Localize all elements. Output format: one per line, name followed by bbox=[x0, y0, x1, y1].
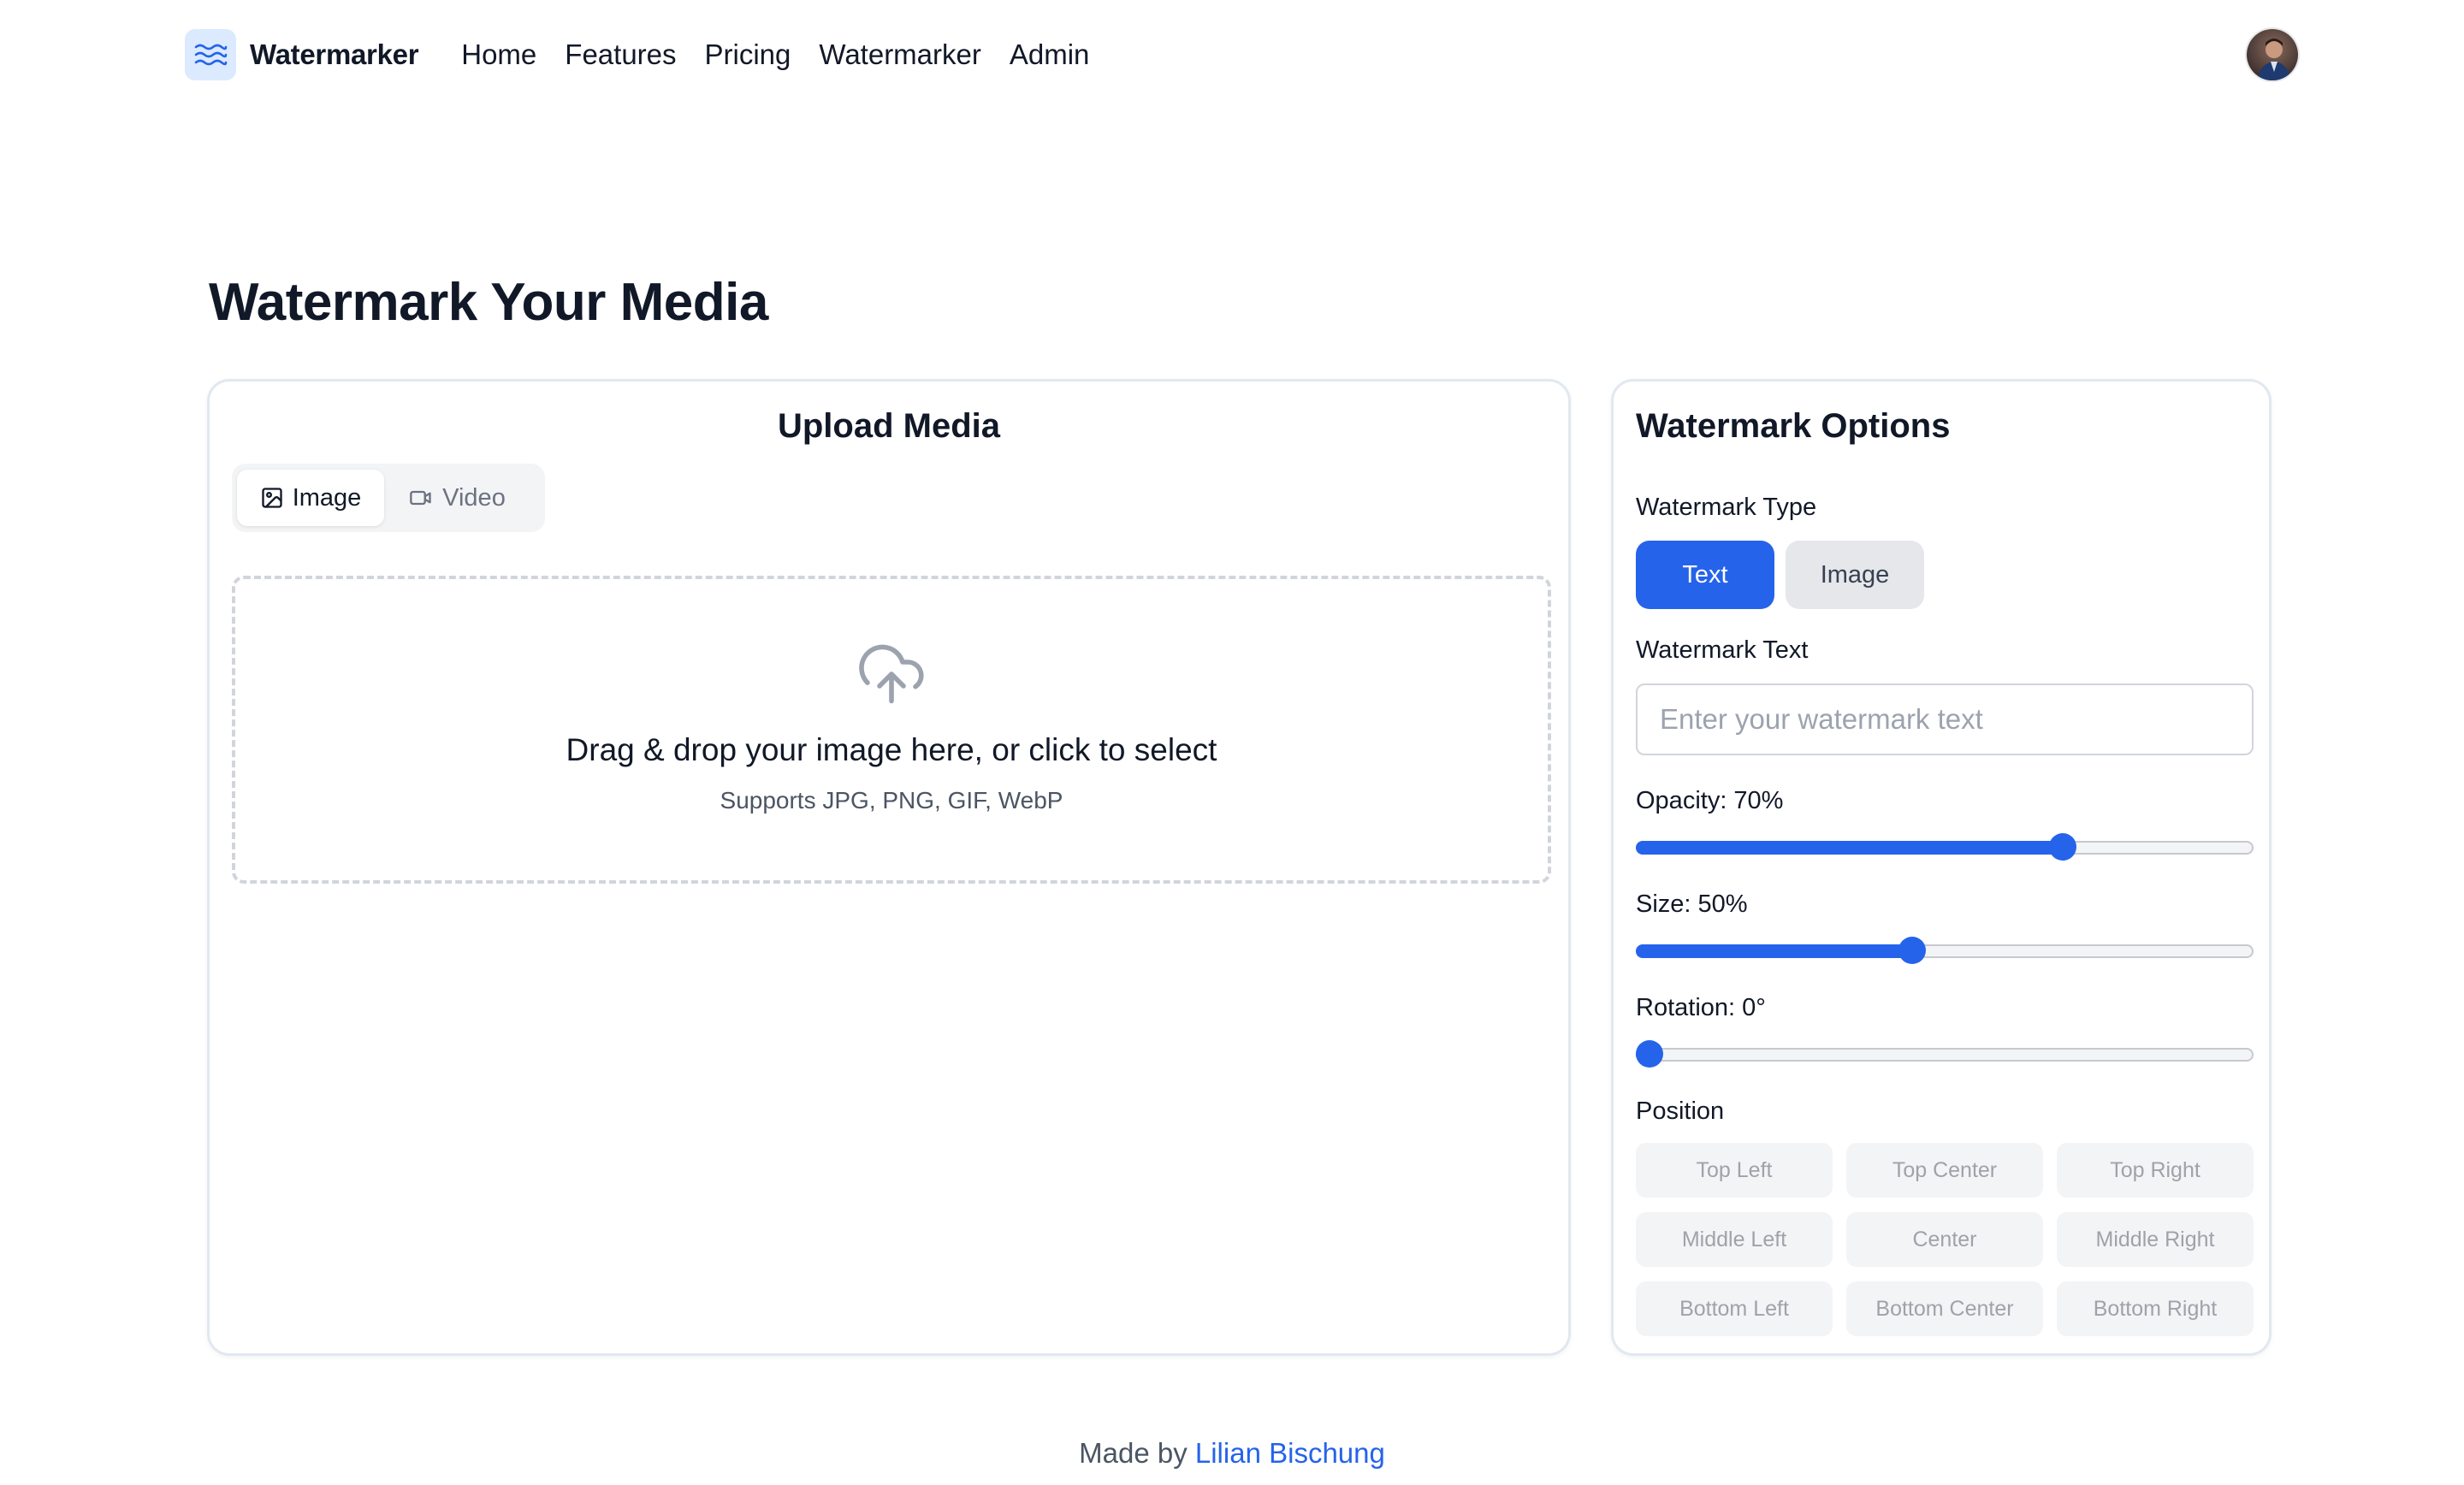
options-card-title: Watermark Options bbox=[1636, 407, 1951, 445]
position-middle-left-button[interactable]: Middle Left bbox=[1636, 1212, 1833, 1267]
upload-media-card: Upload Media Image Video Drag & drop you… bbox=[207, 379, 1571, 1356]
nav-links: Home Features Pricing Watermarker Admin bbox=[461, 38, 1117, 71]
user-avatar[interactable] bbox=[2245, 27, 2300, 82]
tab-image-label: Image bbox=[292, 483, 362, 512]
position-top-left-button[interactable]: Top Left bbox=[1636, 1143, 1833, 1198]
watermark-type-label: Watermark Type bbox=[1636, 494, 1817, 521]
footer: Made by Lilian Bischung bbox=[0, 1437, 2464, 1470]
brand-name: Watermarker bbox=[250, 38, 419, 70]
position-top-center-button[interactable]: Top Center bbox=[1846, 1143, 2043, 1198]
position-grid: Top Left Top Center Top Right Middle Lef… bbox=[1636, 1143, 2254, 1336]
watermark-text-input[interactable] bbox=[1636, 683, 2254, 755]
opacity-label: Opacity: 70% bbox=[1636, 787, 1784, 814]
dropzone-supported-formats: Supports JPG, PNG, GIF, WebP bbox=[720, 787, 1063, 813]
size-slider[interactable] bbox=[1636, 937, 2254, 964]
nav-link-admin[interactable]: Admin bbox=[1010, 38, 1090, 71]
footer-prefix: Made by bbox=[1079, 1437, 1195, 1469]
image-icon bbox=[262, 488, 282, 508]
top-navbar: Watermarker Home Features Pricing Waterm… bbox=[185, 27, 2300, 82]
watermark-options-card: Watermark Options Watermark Type Text Im… bbox=[1611, 379, 2272, 1356]
position-label: Position bbox=[1636, 1097, 1725, 1125]
opacity-slider-thumb[interactable] bbox=[2049, 833, 2076, 861]
upload-card-title: Upload Media bbox=[777, 407, 1001, 445]
cloud-upload-icon bbox=[856, 636, 927, 717]
position-center-button[interactable]: Center bbox=[1846, 1212, 2043, 1267]
brand-logo-link[interactable]: Watermarker bbox=[185, 29, 419, 80]
opacity-slider-fill bbox=[1636, 841, 2063, 855]
waves-icon bbox=[185, 29, 236, 80]
media-type-tabs: Image Video bbox=[232, 464, 545, 532]
size-slider-thumb[interactable] bbox=[1898, 937, 1926, 964]
opacity-slider[interactable] bbox=[1636, 833, 2254, 861]
position-bottom-left-button[interactable]: Bottom Left bbox=[1636, 1281, 1833, 1336]
nav-link-features[interactable]: Features bbox=[565, 38, 676, 71]
dropzone-title: Drag & drop your image here, or click to… bbox=[566, 732, 1217, 767]
nav-link-pricing[interactable]: Pricing bbox=[705, 38, 791, 71]
rotation-slider-thumb[interactable] bbox=[1636, 1040, 1663, 1068]
rotation-slider[interactable] bbox=[1636, 1040, 2254, 1068]
rotation-slider-track bbox=[1636, 1048, 2254, 1062]
position-bottom-right-button[interactable]: Bottom Right bbox=[2057, 1281, 2254, 1336]
position-top-right-button[interactable]: Top Right bbox=[2057, 1143, 2254, 1198]
watermark-text-label: Watermark Text bbox=[1636, 636, 1809, 664]
size-slider-fill bbox=[1636, 944, 1912, 958]
tab-image[interactable]: Image bbox=[237, 470, 384, 526]
rotation-label: Rotation: 0° bbox=[1636, 994, 1766, 1021]
tab-video-label: Video bbox=[442, 483, 506, 512]
position-bottom-center-button[interactable]: Bottom Center bbox=[1846, 1281, 2043, 1336]
nav-link-home[interactable]: Home bbox=[461, 38, 536, 71]
video-camera-icon bbox=[410, 490, 431, 506]
position-middle-right-button[interactable]: Middle Right bbox=[2057, 1212, 2254, 1267]
page-title: Watermark Your Media bbox=[209, 273, 768, 332]
nav-link-watermarker[interactable]: Watermarker bbox=[819, 38, 980, 71]
size-label: Size: 50% bbox=[1636, 890, 1748, 918]
tab-video[interactable]: Video bbox=[384, 470, 530, 526]
footer-author-link[interactable]: Lilian Bischung bbox=[1195, 1437, 1385, 1469]
watermark-type-text-button[interactable]: Text bbox=[1636, 541, 1774, 609]
file-dropzone[interactable]: Drag & drop your image here, or click to… bbox=[232, 576, 1551, 884]
watermark-type-image-button[interactable]: Image bbox=[1786, 541, 1924, 609]
